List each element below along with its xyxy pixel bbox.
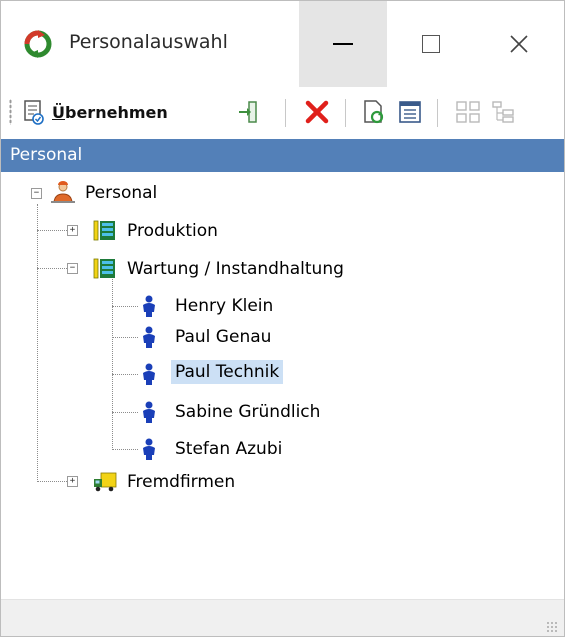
panel-header-title: Personal [10,145,83,165]
person-icon [143,363,155,385]
wartung-collapse-toggle[interactable]: − [67,263,78,274]
root-collapse-toggle[interactable]: − [31,188,42,199]
tree-connector [37,204,39,482]
delete-button[interactable] [304,95,330,129]
toolbar-grip[interactable] [9,99,12,125]
person-label[interactable]: Stefan Azubi [171,437,286,461]
truck-icon [94,472,117,492]
person-icon [143,326,155,348]
person-icon [143,401,155,423]
tree-connector [112,412,138,414]
department-icon [93,220,115,241]
maximize-icon [422,35,440,53]
person-label[interactable]: Paul Genau [171,325,275,349]
apply-close-icon [239,101,257,123]
apply-close-button[interactable] [237,95,259,129]
group-produktion-label[interactable]: Produktion [123,219,222,243]
department-icon [93,258,115,279]
group-wartung-label[interactable]: Wartung / Instandhaltung [123,257,348,281]
toolbar-separator [285,99,286,127]
details-button[interactable] [397,95,423,129]
person-group-icon [51,181,75,203]
tree-connector [112,374,138,376]
close-icon [510,35,528,53]
person-label-selected[interactable]: Paul Technik [171,360,284,384]
expand-all-button[interactable] [455,95,481,129]
app-logo-icon [24,30,52,58]
delete-icon [305,100,329,124]
panel-header: Personal [1,139,564,172]
tree-connector [112,449,138,451]
tree-view-icon [492,101,514,123]
title-bar[interactable]: Personalauswahl [1,1,564,87]
list-details-icon [399,101,421,123]
produktion-expand-toggle[interactable]: + [67,225,78,236]
refresh-button[interactable] [361,95,387,129]
person-label[interactable]: Henry Klein [171,294,277,318]
resize-grip[interactable] [546,621,558,633]
personalauswahl-window: Personalauswahl Übernehmen Personal − Pe… [0,0,565,637]
toolbar-separator [437,99,438,127]
toolbar: Übernehmen [1,87,564,137]
tree-root-label[interactable]: Personal [81,181,161,205]
toolbar-separator [345,99,346,127]
fremdfirmen-expand-toggle[interactable]: + [67,476,78,487]
status-bar [1,599,564,636]
maximize-button[interactable] [387,1,475,87]
person-label[interactable]: Sabine Gründlich [171,400,324,424]
window-title: Personalauswahl [69,31,228,53]
personnel-tree[interactable]: − Personal + Produktion − Wartung / Inst [1,172,564,597]
apply-label: Übernehmen [52,102,168,122]
close-button[interactable] [475,1,563,87]
tree-connector [112,337,138,339]
expand-tree-icon [456,101,480,123]
person-icon [143,438,155,460]
minimize-icon [333,43,353,45]
refresh-document-icon [364,100,384,124]
person-icon [143,295,155,317]
collapse-all-button[interactable] [491,95,517,129]
tree-connector [112,272,114,450]
tree-connector [112,306,138,308]
apply-document-icon [24,100,44,125]
group-fremdfirmen-label[interactable]: Fremdfirmen [123,470,239,494]
apply-button[interactable]: Übernehmen [21,95,168,129]
minimize-button[interactable] [299,1,387,87]
